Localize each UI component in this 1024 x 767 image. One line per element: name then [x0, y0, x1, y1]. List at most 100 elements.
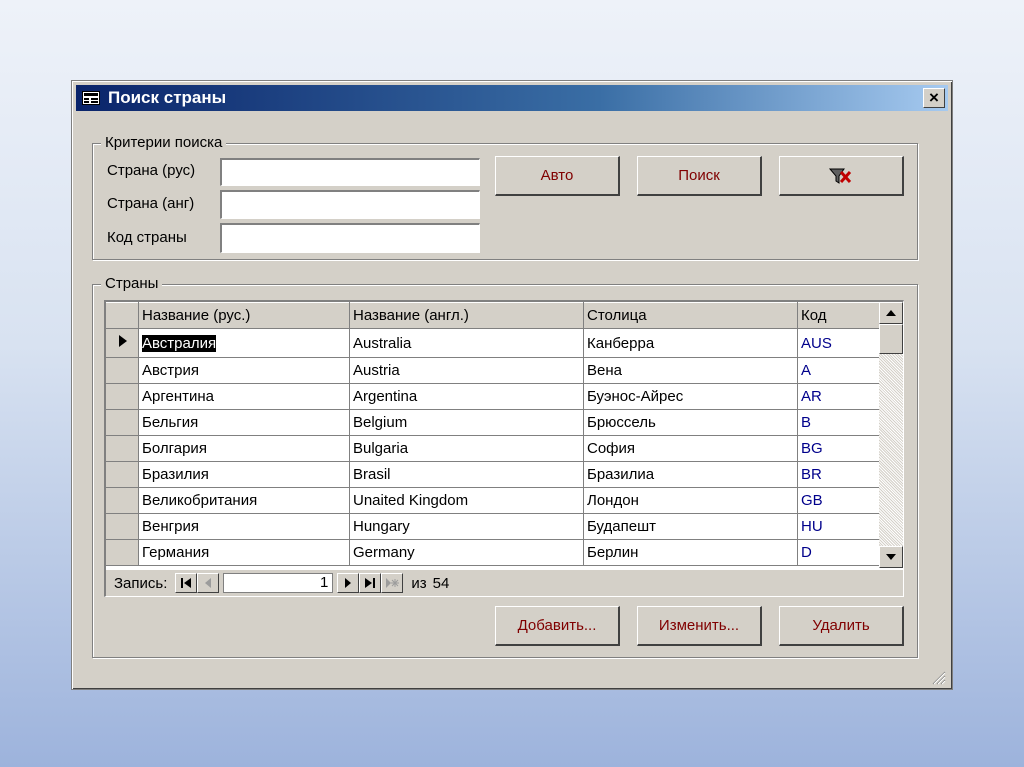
cell-name-eng[interactable]: Brasil	[349, 461, 584, 488]
cell-code[interactable]: D	[797, 539, 880, 566]
table-row[interactable]: Бельгия Belgium Брюссель B	[106, 409, 880, 436]
vertical-scrollbar[interactable]	[879, 302, 903, 568]
cell-name-eng[interactable]: Argentina	[349, 383, 584, 410]
form-icon	[82, 91, 100, 105]
scroll-up-button[interactable]	[879, 302, 903, 324]
current-record-icon	[119, 335, 127, 347]
current-record-field[interactable]: 1	[223, 573, 334, 593]
record-of-label: из	[411, 574, 427, 592]
header-row: Название (рус.) Название (англ.) Столица…	[106, 302, 880, 329]
table-row[interactable]: Германия Germany Берлин D	[106, 539, 880, 566]
cell-capital[interactable]: Берлин	[583, 539, 798, 566]
cell-capital[interactable]: Буэнос-Айрес	[583, 383, 798, 410]
scroll-down-button[interactable]	[879, 546, 903, 568]
cell-name-eng[interactable]: Hungary	[349, 513, 584, 540]
cell-name-rus[interactable]: Венгрия	[138, 513, 350, 540]
cell-capital[interactable]: Бразилиа	[583, 461, 798, 488]
cell-name-rus[interactable]: Австрия	[138, 357, 350, 384]
cell-code[interactable]: BR	[797, 461, 880, 488]
record-selector[interactable]	[106, 487, 139, 514]
edit-button[interactable]: Изменить...	[637, 606, 762, 646]
new-record-icon	[386, 578, 400, 588]
filter-clear-icon	[828, 168, 852, 184]
record-selector[interactable]	[106, 357, 139, 384]
next-record-button[interactable]	[337, 573, 360, 593]
title-bar[interactable]: Поиск страны ×	[76, 85, 948, 111]
cell-code[interactable]: B	[797, 409, 880, 436]
cell-code[interactable]: AR	[797, 383, 880, 410]
previous-record-button[interactable]	[197, 573, 220, 593]
record-selector[interactable]	[106, 435, 139, 462]
scroll-thumb[interactable]	[879, 324, 903, 354]
record-navigator: Запись: 1 из 54	[106, 570, 903, 596]
countries-table: Название (рус.) Название (англ.) Столица…	[106, 302, 880, 566]
column-header-capital[interactable]: Столица	[583, 302, 798, 329]
cell-capital[interactable]: София	[583, 435, 798, 462]
first-record-icon	[181, 578, 192, 588]
last-record-button[interactable]	[359, 573, 382, 593]
cell-code[interactable]: HU	[797, 513, 880, 540]
record-selector[interactable]	[106, 513, 139, 540]
cell-code[interactable]: AUS	[797, 328, 880, 358]
cell-capital[interactable]: Брюссель	[583, 409, 798, 436]
table-row[interactable]: Австрия Austria Вена A	[106, 357, 880, 384]
record-selector[interactable]	[106, 383, 139, 410]
cell-code[interactable]: BG	[797, 435, 880, 462]
new-record-button[interactable]	[381, 573, 404, 593]
cell-name-rus[interactable]: Австралия	[138, 328, 350, 358]
scroll-down-icon	[886, 554, 896, 560]
cell-capital[interactable]: Лондон	[583, 487, 798, 514]
table-row[interactable]: Аргентина Argentina Буэнос-Айрес AR	[106, 383, 880, 410]
auto-button-label: Авто	[540, 167, 574, 184]
close-button[interactable]: ×	[923, 88, 945, 108]
record-selector[interactable]	[106, 539, 139, 566]
table-row[interactable]: Австралия Australia Канберра AUS	[106, 328, 880, 358]
country-code-input[interactable]	[220, 223, 480, 253]
cell-name-eng[interactable]: Unaited Kingdom	[349, 487, 584, 514]
cell-capital[interactable]: Вена	[583, 357, 798, 384]
column-header-name-eng[interactable]: Название (англ.)	[349, 302, 584, 329]
record-selector-current[interactable]	[106, 328, 139, 358]
search-button-label: Поиск	[678, 167, 720, 184]
record-selector[interactable]	[106, 461, 139, 488]
add-button[interactable]: Добавить...	[495, 606, 620, 646]
auto-button[interactable]: Авто	[495, 156, 620, 196]
cell-name-rus[interactable]: Болгария	[138, 435, 350, 462]
cell-name-rus[interactable]: Бельгия	[138, 409, 350, 436]
cell-name-rus[interactable]: Аргентина	[138, 383, 350, 410]
cell-name-eng[interactable]: Belgium	[349, 409, 584, 436]
country-rus-input[interactable]	[220, 158, 480, 186]
delete-button[interactable]: Удалить	[779, 606, 904, 646]
countries-datasheet[interactable]: Название (рус.) Название (англ.) Столица…	[104, 300, 904, 597]
scroll-up-icon	[886, 310, 896, 316]
delete-button-label: Удалить	[812, 617, 870, 634]
cell-capital[interactable]: Канберра	[583, 328, 798, 358]
cell-name-eng[interactable]: Austria	[349, 357, 584, 384]
table-row[interactable]: Великобритания Unaited Kingdom Лондон GB	[106, 487, 880, 514]
cell-name-rus[interactable]: Германия	[138, 539, 350, 566]
record-total: 54	[432, 574, 450, 592]
first-record-button[interactable]	[175, 573, 198, 593]
cell-name-rus[interactable]: Бразилия	[138, 461, 350, 488]
resize-grip-icon[interactable]	[932, 671, 946, 685]
cell-code[interactable]: GB	[797, 487, 880, 514]
column-header-code[interactable]: Код	[797, 302, 880, 329]
cell-code[interactable]: A	[797, 357, 880, 384]
selected-cell-text: Австралия	[142, 334, 217, 352]
cell-name-eng[interactable]: Australia	[349, 328, 584, 358]
country-eng-input[interactable]	[220, 190, 480, 219]
country-rus-label: Страна (рус)	[107, 162, 196, 179]
table-row[interactable]: Бразилия Brasil Бразилиа BR	[106, 461, 880, 488]
table-row[interactable]: Болгария Bulgaria София BG	[106, 435, 880, 462]
cell-name-eng[interactable]: Bulgaria	[349, 435, 584, 462]
cell-name-rus[interactable]: Великобритания	[138, 487, 350, 514]
cell-name-eng[interactable]: Germany	[349, 539, 584, 566]
table-row[interactable]: Венгрия Hungary Будапешт HU	[106, 513, 880, 540]
add-button-label: Добавить...	[517, 617, 597, 634]
column-header-name-rus[interactable]: Название (рус.)	[138, 302, 350, 329]
cell-capital[interactable]: Будапешт	[583, 513, 798, 540]
record-selector[interactable]	[106, 409, 139, 436]
last-record-icon	[365, 578, 376, 588]
clear-filter-button[interactable]	[779, 156, 904, 196]
search-button[interactable]: Поиск	[637, 156, 762, 196]
